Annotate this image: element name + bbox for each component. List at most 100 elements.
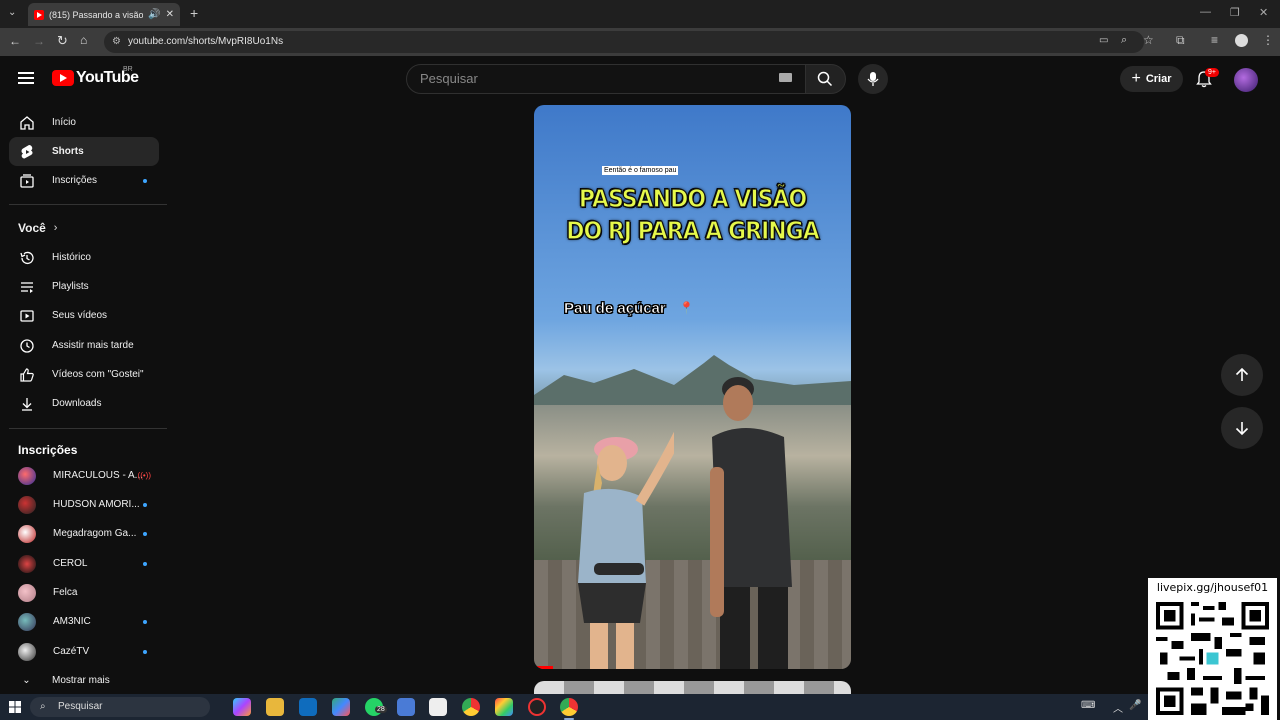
- chevron-right-icon: ›: [53, 222, 58, 234]
- you-section-heading[interactable]: Você ›: [18, 221, 57, 235]
- keyboard-tray-icon[interactable]: ⌨: [1081, 700, 1095, 711]
- man-figure: [710, 377, 792, 669]
- unread-dot: [143, 561, 147, 566]
- close-tab-icon[interactable]: ✕: [166, 9, 174, 20]
- unread-dot: [143, 619, 147, 624]
- cast-icon[interactable]: ▭: [1099, 35, 1108, 46]
- history-icon: [18, 249, 35, 266]
- youtube-logo[interactable]: YouTube BR: [52, 66, 139, 87]
- chevron-down-icon: ⌄: [22, 675, 31, 686]
- whatsapp-badge: 28: [375, 706, 387, 713]
- search-input[interactable]: Pesquisar: [406, 64, 806, 94]
- taskbar-search[interactable]: ⌕ Pesquisar: [30, 697, 210, 717]
- show-more-button[interactable]: ⌄ Mostrar mais: [9, 666, 159, 695]
- sidebar-item-liked-videos[interactable]: Vídeos com "Gostei": [9, 360, 159, 389]
- sidebar-item-your-videos[interactable]: Seus vídeos: [9, 301, 159, 330]
- hamburger-menu-icon[interactable]: [18, 72, 34, 84]
- your-videos-icon: [18, 307, 35, 324]
- channel-avatar: [18, 583, 36, 602]
- tray-chevron-icon[interactable]: ︿: [1113, 700, 1123, 715]
- solitaire-icon[interactable]: [429, 698, 447, 716]
- watch-later-icon: [18, 337, 35, 354]
- copilot-icon[interactable]: [233, 698, 251, 716]
- subscription-item[interactable]: Felca: [9, 578, 159, 607]
- subscription-item[interactable]: CEROL: [9, 549, 159, 578]
- app-icon[interactable]: [397, 698, 415, 716]
- extensions-icon[interactable]: ⧉: [1176, 33, 1185, 48]
- sidebar-item-label: Histórico: [52, 252, 91, 263]
- outlook-icon[interactable]: [299, 698, 317, 716]
- forward-icon[interactable]: →: [33, 34, 45, 48]
- subscription-item[interactable]: MIRACULOUS - A... ((•)): [9, 461, 159, 490]
- close-window-button[interactable]: ✕: [1259, 6, 1268, 19]
- sidebar-item-history[interactable]: Histórico: [9, 243, 159, 272]
- bookmark-star-icon[interactable]: ☆: [1143, 33, 1154, 47]
- url-text: youtube.com/shorts/MvpRI8Uo1Ns: [128, 36, 284, 47]
- account-avatar[interactable]: [1234, 68, 1258, 92]
- video-title-overlay: PASSANDO A VISÃO: [578, 185, 807, 215]
- video-title-overlay: DO RJ PARA A GRINGA: [566, 217, 821, 247]
- previous-short-button[interactable]: [1221, 354, 1263, 396]
- minimize-button[interactable]: —: [1200, 6, 1211, 18]
- youtube-play-icon: [52, 70, 74, 86]
- channel-name: CEROL: [53, 558, 88, 569]
- location-caption: Pau de açúcar: [564, 300, 666, 318]
- subscription-item[interactable]: HUDSON AMORI...: [9, 490, 159, 519]
- unread-dot: [143, 649, 147, 654]
- video-progress-bar[interactable]: [534, 666, 554, 669]
- browser-tab[interactable]: (815) Passando a visão do RJ 🔊 ✕: [28, 3, 180, 26]
- search-button[interactable]: [805, 64, 846, 94]
- site-info-icon[interactable]: ⚙: [112, 31, 121, 53]
- subscription-item[interactable]: CazéTV: [9, 637, 159, 666]
- browser-toolbar: ← → ↻ ⌂ ⚙ youtube.com/shorts/MvpRI8Uo1Ns…: [0, 28, 1280, 56]
- back-icon[interactable]: ←: [9, 34, 21, 48]
- sidebar-item-label: Playlists: [52, 281, 89, 292]
- windows-start-icon[interactable]: [9, 701, 21, 713]
- new-tab-button[interactable]: +: [190, 5, 198, 21]
- sidebar-item-shorts[interactable]: Shorts: [9, 137, 159, 166]
- channel-name: Felca: [53, 587, 78, 598]
- subscription-item[interactable]: AM3NIC: [9, 607, 159, 636]
- profile-icon[interactable]: [1235, 34, 1248, 47]
- next-short-button[interactable]: [1221, 407, 1263, 449]
- create-button[interactable]: + Criar: [1120, 66, 1183, 92]
- file-explorer-icon[interactable]: [266, 698, 284, 716]
- media-controls-icon[interactable]: ≡: [1211, 33, 1218, 47]
- subscription-item[interactable]: Megadragom Ga...: [9, 519, 159, 548]
- store-icon[interactable]: [332, 698, 350, 716]
- sidebar-item-subscriptions[interactable]: Inscrições: [9, 166, 159, 195]
- channel-avatar: [18, 524, 36, 543]
- sidebar-divider: [9, 204, 167, 205]
- sidebar-item-playlists[interactable]: Playlists: [9, 272, 159, 301]
- microphone-icon: [867, 72, 879, 86]
- reload-icon[interactable]: ↻: [57, 33, 68, 49]
- microphone-tray-icon[interactable]: 🎤: [1129, 700, 1141, 711]
- voice-search-button[interactable]: [858, 64, 888, 94]
- channel-avatar: [18, 642, 36, 661]
- speaker-icon[interactable]: 🔊: [148, 9, 160, 20]
- zoom-icon[interactable]: ⌕: [1121, 34, 1127, 47]
- obs-icon[interactable]: [495, 698, 513, 716]
- channel-avatar: [18, 554, 36, 573]
- tab-list-button[interactable]: ⌄: [8, 7, 16, 18]
- chrome-active-icon[interactable]: [560, 698, 578, 716]
- sidebar-item-downloads[interactable]: Downloads: [9, 389, 159, 418]
- liked-icon: [18, 366, 35, 383]
- woman-figure: [578, 431, 674, 669]
- location-pin-icon: 📍: [679, 301, 694, 315]
- restore-button[interactable]: ❐: [1230, 6, 1240, 19]
- address-field[interactable]: ⚙ youtube.com/shorts/MvpRI8Uo1Ns: [104, 31, 1144, 53]
- keyboard-icon[interactable]: [779, 73, 792, 82]
- sidebar-item-home[interactable]: Início: [9, 108, 159, 137]
- home-browser-icon[interactable]: ⌂: [80, 33, 87, 47]
- sidebar: Início Shorts Inscrições Você › Históric…: [0, 104, 170, 694]
- sidebar-item-watch-later[interactable]: Assistir mais tarde: [9, 331, 159, 360]
- more-menu-icon[interactable]: ⋮: [1262, 33, 1274, 47]
- search-icon: [817, 71, 833, 87]
- youtube-favicon-icon: [34, 9, 44, 20]
- unread-dot: [143, 178, 147, 183]
- chrome-icon[interactable]: [462, 698, 480, 716]
- short-video-player[interactable]: Eentão é o famoso pau PASSANDO A VISÃO D…: [534, 105, 851, 669]
- taskbar-search-label: Pesquisar: [58, 701, 103, 712]
- recording-app-icon[interactable]: [528, 698, 546, 716]
